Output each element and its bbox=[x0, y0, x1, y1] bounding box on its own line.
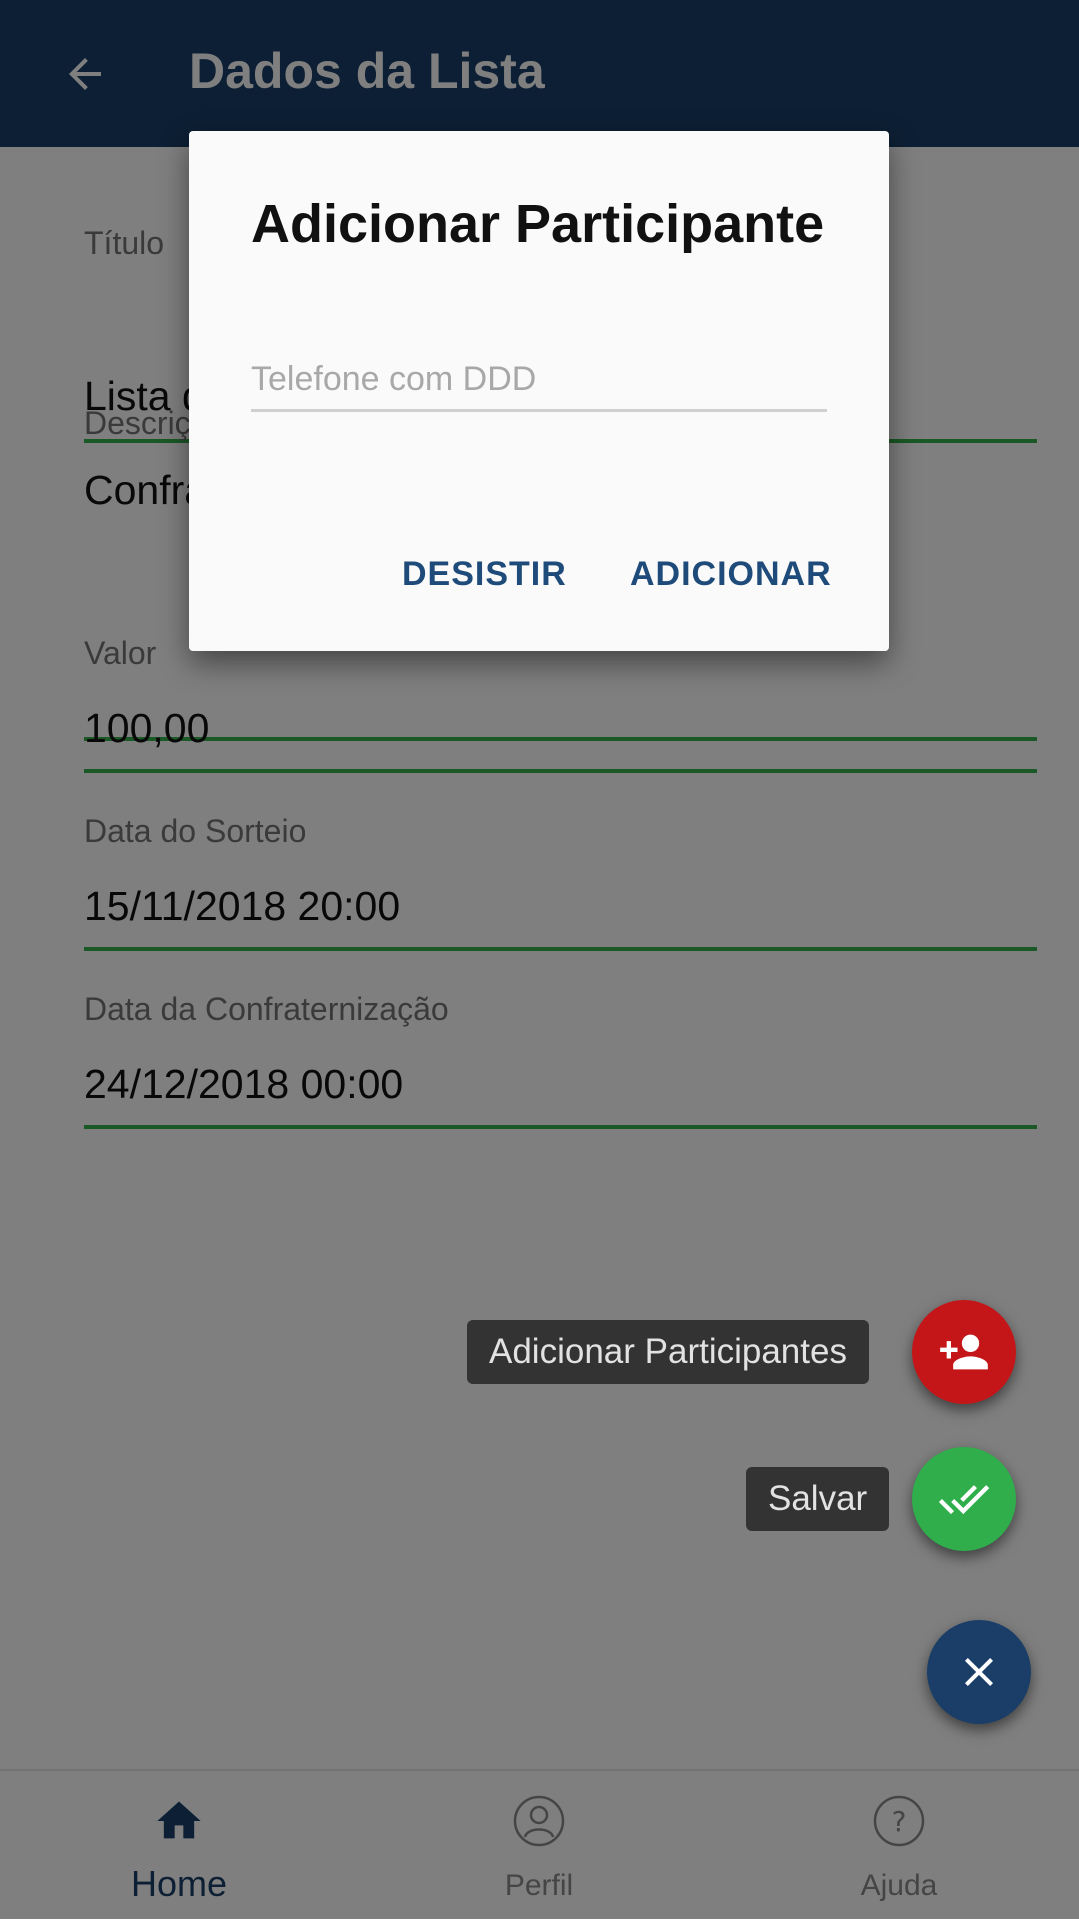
double-check-icon bbox=[938, 1485, 990, 1515]
close-icon bbox=[965, 1658, 993, 1686]
close-fab[interactable] bbox=[927, 1620, 1031, 1724]
add-participants-tooltip: Adicionar Participantes bbox=[467, 1320, 869, 1384]
phone-input[interactable] bbox=[251, 349, 827, 412]
add-participants-fab[interactable] bbox=[912, 1300, 1016, 1404]
dialog-title: Adicionar Participante bbox=[251, 194, 825, 254]
person-add-icon bbox=[940, 1334, 988, 1370]
add-participant-dialog: Adicionar Participante DESISTIR ADICIONA… bbox=[189, 131, 889, 651]
add-button[interactable]: ADICIONAR bbox=[630, 555, 832, 594]
save-tooltip: Salvar bbox=[746, 1467, 890, 1531]
cancel-button[interactable]: DESISTIR bbox=[402, 555, 567, 594]
save-fab[interactable] bbox=[912, 1447, 1016, 1551]
